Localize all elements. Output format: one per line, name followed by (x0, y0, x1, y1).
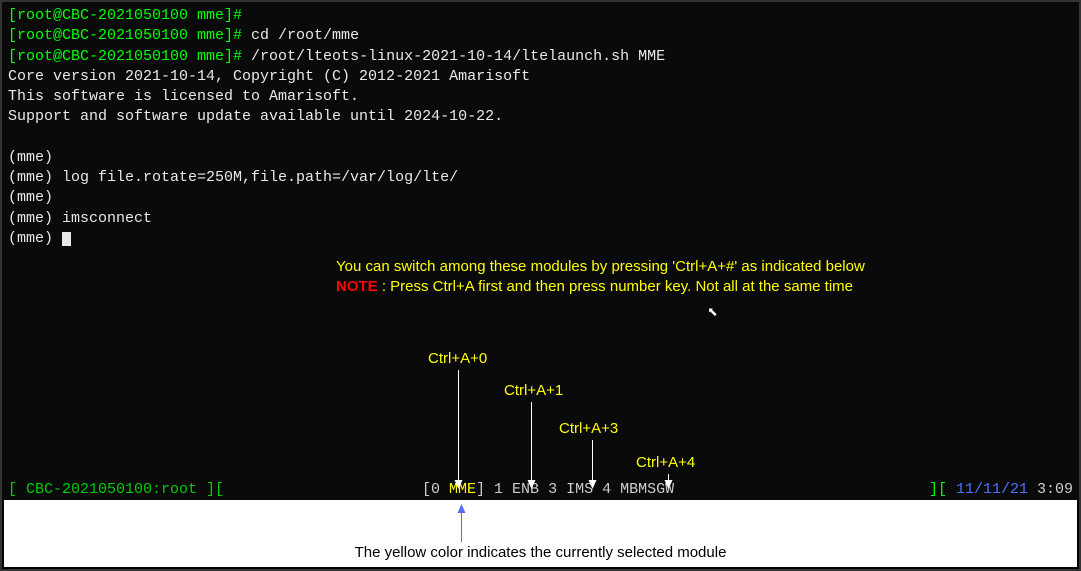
output-line: This software is licensed to Amarisoft. (8, 87, 1073, 107)
output-line: (mme) imsconnect (8, 209, 1073, 229)
status-bar: [ CBC-2021050100:root ][ [0 MME] 1 ENB 3… (2, 480, 1079, 502)
status-host: CBC-2021050100:root (26, 481, 197, 498)
output-line: (mme) (8, 148, 1073, 168)
prompt-line: [root@CBC-2021050100 mme]# (8, 48, 251, 65)
output-line: Support and software update available un… (8, 107, 1073, 127)
tab-enb[interactable]: 1 ENB (485, 481, 539, 498)
caption-band: The yellow color indicates the currently… (4, 500, 1077, 567)
prompt-line: [root@CBC-2021050100 mme]# (8, 27, 251, 44)
output-line: (mme) (8, 230, 62, 247)
output-line: (mme) log file.rotate=250M,file.path=/va… (8, 168, 1073, 188)
command-text: cd /root/mme (251, 27, 359, 44)
tab-ims[interactable]: 3 IMS (539, 481, 593, 498)
output-line: Core version 2021-10-14, Copyright (C) 2… (8, 67, 1073, 87)
status-time: 3:09 (1037, 481, 1073, 498)
terminal-window[interactable]: [root@CBC-2021050100 mme]# [root@CBC-202… (2, 2, 1079, 502)
tab-mme[interactable]: MME (449, 481, 476, 498)
arrow-line (461, 512, 462, 542)
command-text: /root/lteots-linux-2021-10-14/ltelaunch.… (251, 48, 665, 65)
tab-mbmsgw[interactable]: 4 MBMSGW (593, 481, 674, 498)
caption-text: The yellow color indicates the currently… (4, 544, 1077, 561)
status-date: 11/11/21 (956, 481, 1028, 498)
cursor (62, 232, 71, 246)
output-line: (mme) (8, 188, 1073, 208)
prompt-line: [root@CBC-2021050100 mme]# (8, 7, 242, 24)
